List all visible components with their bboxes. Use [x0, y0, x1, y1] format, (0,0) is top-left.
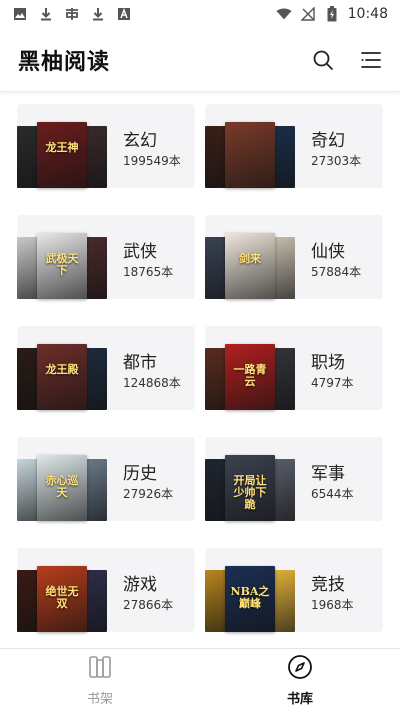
menu-list-icon[interactable] — [360, 49, 382, 71]
category-name: 历史 — [123, 464, 157, 484]
book-cover-main — [225, 122, 275, 188]
search-icon[interactable] — [312, 49, 334, 71]
category-book-count: 124868本 — [123, 376, 181, 390]
category-card[interactable]: 开局让少帅下跪 军事 6544本 — [205, 437, 383, 521]
status-bar-system: 10:48 — [276, 6, 388, 22]
book-covers: 开局让少帅下跪 — [205, 437, 295, 521]
category-name: 奇幻 — [311, 131, 345, 151]
category-card[interactable]: 赤心巡天 历史 27926本 — [17, 437, 195, 521]
book-cover-title: 龙王殿 — [45, 362, 79, 376]
page-title: 黑柚阅读 — [18, 48, 111, 75]
book-cover-title: 龙王神 — [45, 140, 79, 154]
category-name: 玄幻 — [123, 131, 157, 151]
book-cover-title: NBA之巅峰 — [230, 584, 270, 610]
category-card[interactable]: NBA之巅峰 竞技 1968本 — [205, 548, 383, 632]
book-cover-title: 一路青云 — [233, 362, 267, 388]
category-name: 武侠 — [123, 242, 157, 262]
status-bar-notifications — [12, 6, 132, 22]
nav-item-bookshelf[interactable]: 书架 — [0, 649, 200, 711]
category-book-count: 57884本 — [311, 265, 362, 279]
book-covers: 赤心巡天 — [17, 437, 107, 521]
category-book-count: 199549本 — [123, 154, 181, 168]
book-cover-main: 一路青云 — [225, 344, 275, 410]
book-covers: 龙王神 — [17, 104, 107, 188]
wifi-icon — [276, 6, 292, 22]
app-bar-actions — [312, 49, 382, 71]
app-icon — [64, 6, 80, 22]
book-covers: 龙王殿 — [17, 326, 107, 410]
app-bar: 黑柚阅读 — [0, 28, 400, 92]
category-name: 军事 — [311, 464, 345, 484]
book-covers: 绝世无双 — [17, 548, 107, 632]
category-card[interactable]: 一路青云 职场 4797本 — [205, 326, 383, 410]
category-book-count: 27926本 — [123, 487, 174, 501]
image-icon — [12, 6, 28, 22]
book-covers: 武极天下 — [17, 215, 107, 299]
category-card[interactable]: 绝世无双 游戏 27866本 — [17, 548, 195, 632]
compass-icon — [287, 654, 313, 684]
book-cover-main: 龙王殿 — [37, 344, 87, 410]
category-book-count: 27303本 — [311, 154, 362, 168]
category-card[interactable]: 奇幻 27303本 — [205, 104, 383, 188]
category-card[interactable]: 剑来 仙侠 57884本 — [205, 215, 383, 299]
book-cover-title: 绝世无双 — [45, 584, 79, 610]
font-icon — [116, 6, 132, 22]
status-time: 10:48 — [347, 6, 388, 22]
battery-charging-icon — [324, 6, 340, 22]
book-cover-main: 绝世无双 — [37, 566, 87, 632]
category-grid: 龙王神 玄幻 199549本 奇幻 27303本武极天下 武侠 18765本 剑来 仙侠 5788… — [17, 104, 383, 632]
book-covers: 一路青云 — [205, 326, 295, 410]
category-name: 竞技 — [311, 575, 345, 595]
book-cover-main: 开局让少帅下跪 — [225, 455, 275, 521]
category-name: 游戏 — [123, 575, 157, 595]
nav-label-bookshelf: 书架 — [86, 691, 113, 707]
category-book-count: 18765本 — [123, 265, 174, 279]
nav-label-library: 书库 — [286, 691, 313, 707]
category-card[interactable]: 龙王神 玄幻 199549本 — [17, 104, 195, 188]
book-cover-main: NBA之巅峰 — [225, 566, 275, 632]
book-covers: 剑来 — [205, 215, 295, 299]
bottom-nav: 书架 书库 — [0, 648, 400, 711]
category-name: 都市 — [123, 353, 157, 373]
category-book-count: 1968本 — [311, 598, 354, 612]
category-card[interactable]: 武极天下 武侠 18765本 — [17, 215, 195, 299]
nav-item-library[interactable]: 书库 — [200, 649, 400, 711]
book-covers — [205, 104, 295, 188]
book-cover-main: 龙王神 — [37, 122, 87, 188]
status-bar: 10:48 — [0, 0, 400, 28]
download-icon — [38, 6, 54, 22]
book-cover-main: 赤心巡天 — [37, 455, 87, 521]
category-book-count: 27866本 — [123, 598, 174, 612]
no-signal-icon — [300, 6, 316, 22]
category-book-count: 4797本 — [311, 376, 354, 390]
category-card[interactable]: 龙王殿 都市 124868本 — [17, 326, 195, 410]
book-cover-title: 开局让少帅下跪 — [233, 473, 267, 511]
book-cover-title: 剑来 — [239, 251, 261, 265]
book-covers: NBA之巅峰 — [205, 548, 295, 632]
category-name: 仙侠 — [311, 242, 345, 262]
category-book-count: 6544本 — [311, 487, 354, 501]
book-cover-main: 武极天下 — [37, 233, 87, 299]
book-cover-main: 剑来 — [225, 233, 275, 299]
book-cover-title: 赤心巡天 — [45, 473, 79, 499]
book-cover-title: 武极天下 — [45, 251, 79, 277]
category-name: 职场 — [311, 353, 345, 373]
bookshelf-icon — [87, 654, 113, 684]
download-icon — [90, 6, 106, 22]
